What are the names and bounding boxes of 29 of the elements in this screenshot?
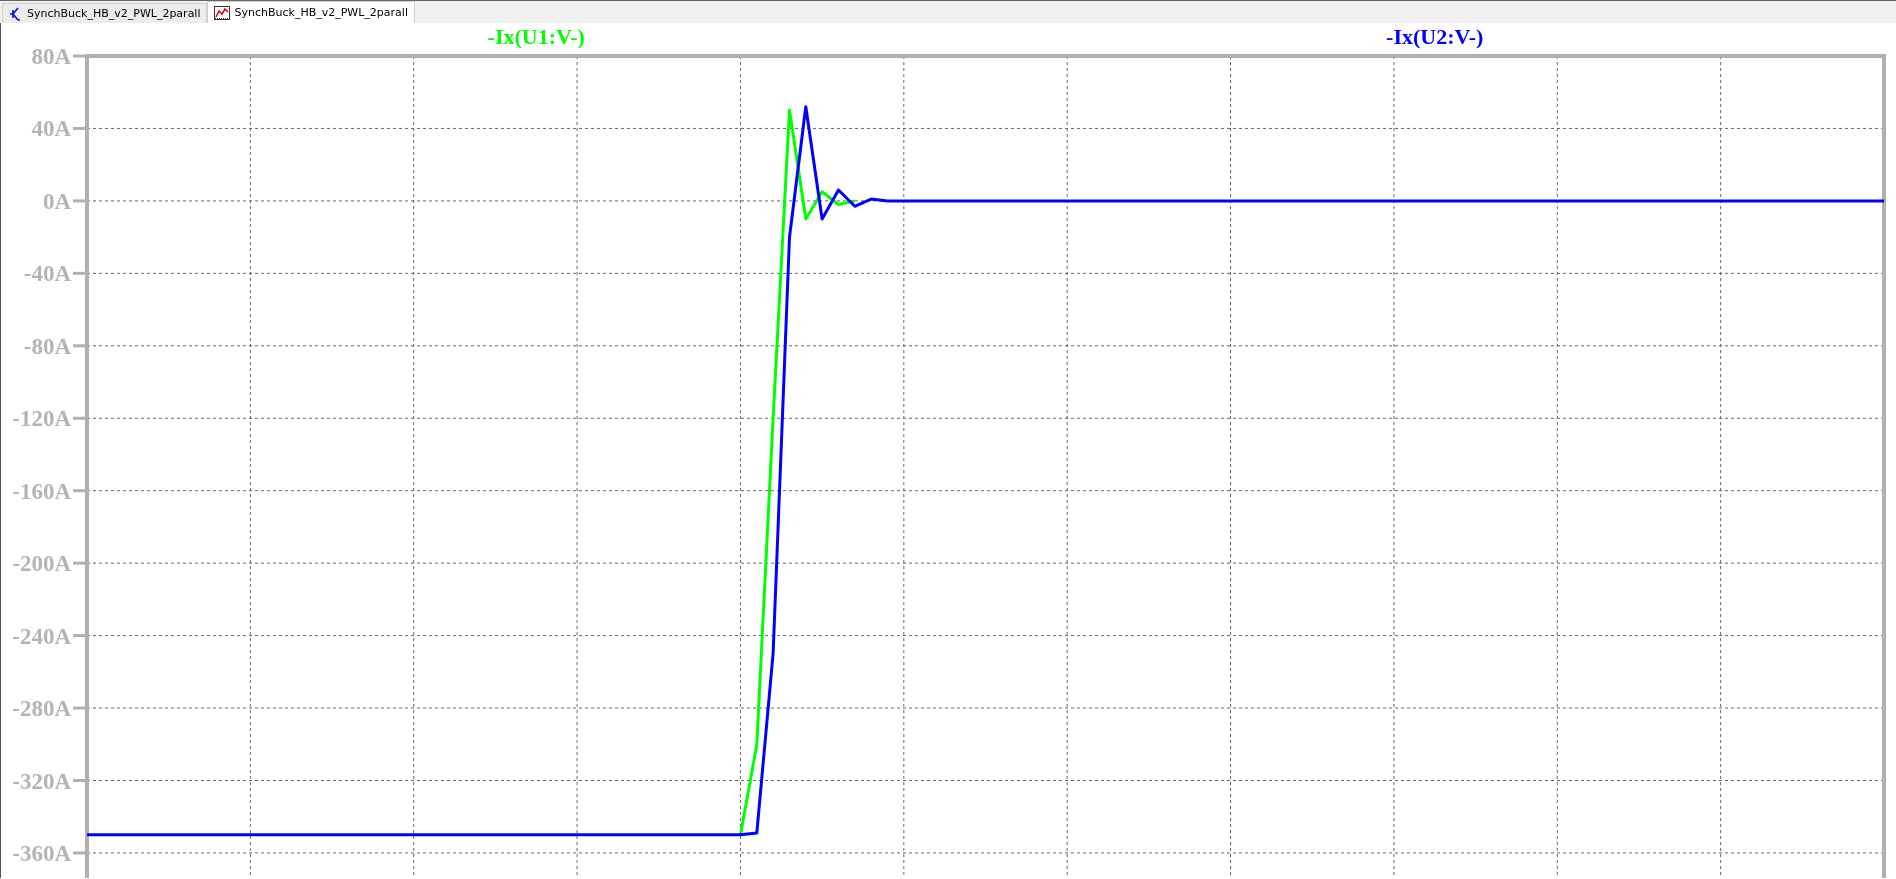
axis-tick <box>73 271 87 275</box>
axis-tick <box>73 561 87 565</box>
axis-label: -280A <box>12 696 71 722</box>
axis-label: -160A <box>12 478 71 504</box>
axis-tick <box>73 199 87 203</box>
axis-tick <box>73 416 87 420</box>
axis-tick <box>73 634 87 638</box>
axis-label: -200A <box>12 551 71 577</box>
axis-label: -120A <box>12 406 71 432</box>
axis-tick <box>73 344 87 348</box>
tab[interactable]: SynchBuck_HB_v2_PWL_2parall <box>207 1 415 23</box>
axis-tick <box>73 851 87 855</box>
axis-label: 80A <box>31 44 71 69</box>
axis-label: -360A <box>12 840 71 866</box>
axis-tick <box>73 779 87 782</box>
axis-label: -240A <box>12 623 71 649</box>
axis-tick <box>73 706 87 710</box>
waveform-icon <box>214 5 231 20</box>
axis-label: -320A <box>12 768 71 794</box>
legend-label[interactable]: -Ix(U2:V-) <box>1386 24 1484 49</box>
axis-tick <box>73 126 87 130</box>
schematic-icon <box>9 6 23 21</box>
tab[interactable]: SynchBuck_HB_v2_PWL_2parall <box>2 3 208 23</box>
axis-label: -80A <box>23 333 71 359</box>
axis-label: 0A <box>42 188 71 214</box>
axis-label: -40A <box>23 261 71 287</box>
axis-tick <box>73 54 87 58</box>
axis-label: 40A <box>31 116 71 142</box>
axis-tick <box>73 489 87 493</box>
